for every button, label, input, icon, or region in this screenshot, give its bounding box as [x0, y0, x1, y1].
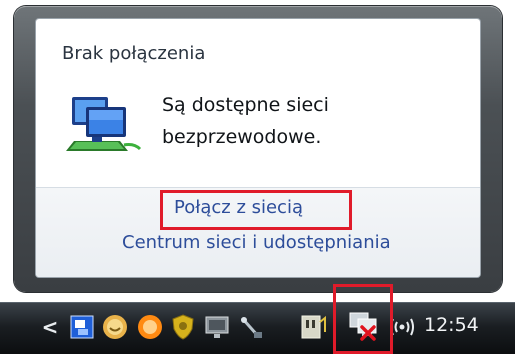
messenger-icon[interactable] — [101, 313, 129, 341]
highlight-connect-box — [160, 190, 352, 230]
display-icon[interactable] — [204, 314, 230, 340]
message-line-1: Są dostępne sieci — [162, 94, 329, 116]
screenshot: Brak połączenia Są dostępne sieci bezprz… — [0, 0, 515, 354]
taskbar-clock[interactable]: 12:54 — [424, 314, 479, 336]
cable-icon[interactable] — [238, 314, 264, 340]
network-center-link[interactable]: Centrum sieci i udostępniania — [122, 232, 391, 253]
orange-circle-icon[interactable] — [136, 313, 164, 341]
message-line-2: bezprzewodowe. — [162, 126, 322, 148]
usb-device-icon[interactable] — [298, 312, 328, 342]
message-text: Są dostępne sieci bezprzewodowe. — [162, 89, 329, 153]
show-hidden-icons-chevron[interactable]: < — [40, 314, 60, 340]
security-shield-icon[interactable] — [170, 313, 196, 341]
screen-icon[interactable] — [70, 315, 94, 339]
status-title: Brak połączenia — [62, 43, 206, 64]
highlight-tray-box — [333, 284, 393, 354]
wireless-networks-icon — [66, 97, 142, 151]
